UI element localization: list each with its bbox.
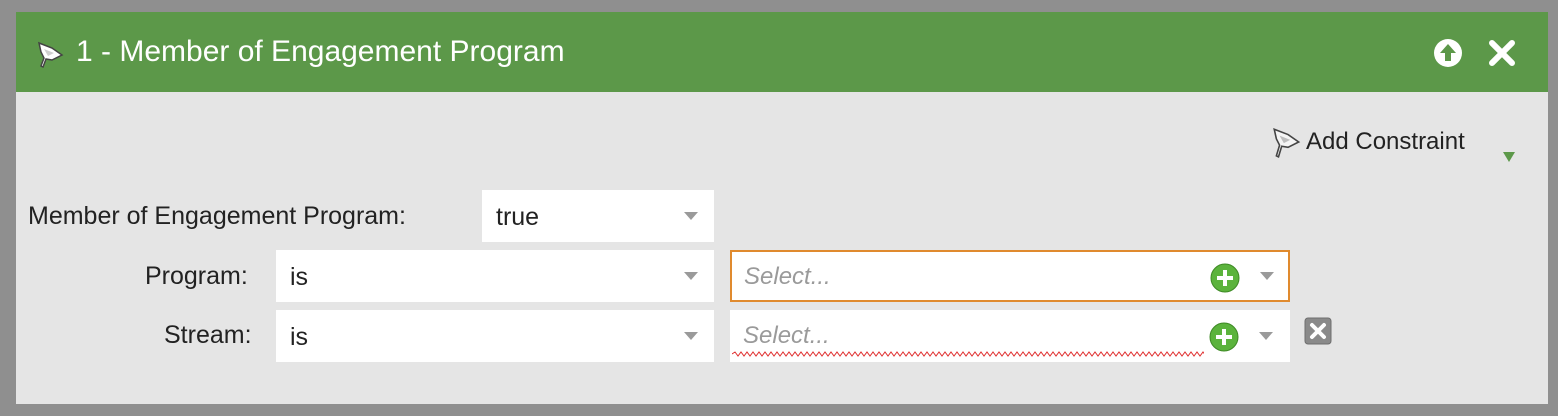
funnel-icon — [1271, 125, 1303, 169]
chevron-down-icon — [684, 332, 698, 340]
stream-placeholder: Select... — [743, 322, 830, 349]
stream-label: Stream: — [164, 321, 252, 349]
program-operator-select[interactable]: is — [276, 250, 714, 302]
member-label: Member of Engagement Program: — [28, 202, 406, 230]
add-plus-icon[interactable] — [1210, 263, 1240, 293]
close-button[interactable] — [1487, 38, 1517, 68]
filter-title: 1 - Member of Engagement Program — [76, 35, 565, 68]
arrow-up-circle-icon — [1434, 39, 1462, 67]
add-constraint-label: Add Constraint — [1306, 128, 1465, 155]
stream-operator-select[interactable]: is — [276, 310, 714, 362]
member-value: true — [496, 203, 540, 231]
funnel-icon — [36, 39, 66, 74]
stream-operator-value: is — [290, 323, 309, 351]
program-label: Program: — [145, 262, 248, 290]
program-placeholder: Select... — [744, 263, 831, 290]
spellcheck-underline — [732, 351, 1204, 357]
stream-value-picker[interactable]: Select... — [730, 310, 1290, 362]
remove-constraint-button[interactable] — [1304, 317, 1332, 345]
delete-x-icon — [1304, 317, 1332, 345]
chevron-down-icon — [684, 272, 698, 280]
chevron-down-icon — [1259, 332, 1273, 340]
program-operator-value: is — [290, 263, 309, 291]
chevron-down-icon — [1260, 272, 1274, 280]
move-up-button[interactable] — [1433, 38, 1463, 68]
filter-panel: 1 - Member of Engagement Program Add Con… — [16, 12, 1548, 404]
filter-header: 1 - Member of Engagement Program — [16, 12, 1548, 92]
chevron-down-icon — [684, 212, 698, 220]
program-value-picker[interactable]: Select... — [730, 250, 1290, 302]
member-value-select[interactable]: true — [482, 190, 714, 242]
close-icon — [1489, 40, 1515, 66]
add-plus-icon[interactable] — [1209, 322, 1239, 352]
dropdown-triangle-icon — [1503, 138, 1515, 172]
